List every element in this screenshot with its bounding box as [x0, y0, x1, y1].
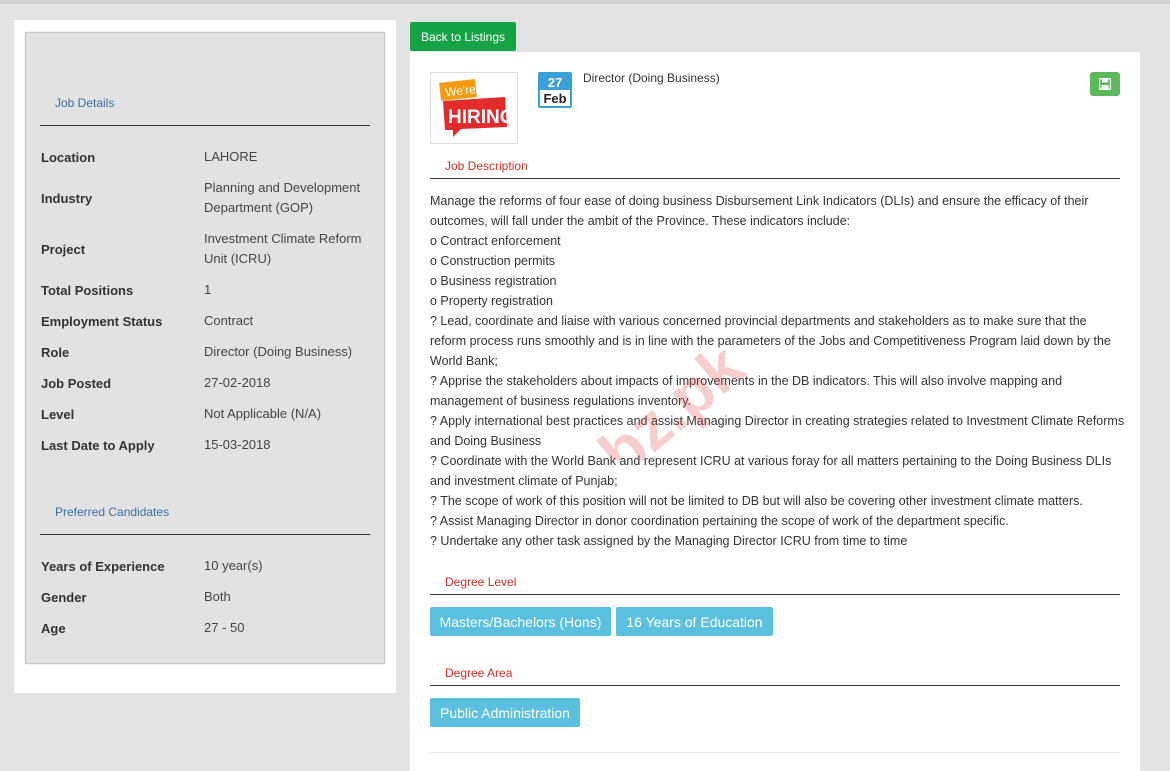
detail-value: 27-02-2018 [204, 375, 271, 390]
detail-label: Total Positions [41, 282, 134, 298]
detail-label: Years of Experience [41, 558, 165, 574]
detail-value: LAHORE [204, 149, 258, 164]
job-title: Director (Doing Business) [583, 71, 720, 85]
job-main-card: We're HIRING 27 Feb Director (Doing Busi… [410, 52, 1140, 771]
job-details-heading: Job Details [55, 96, 115, 110]
hiring-logo-icon: We're HIRING [439, 79, 515, 137]
back-to-listings-button[interactable]: Back to Listings [410, 22, 516, 51]
description-line: ? The scope of work of this position wil… [430, 494, 1083, 508]
detail-label: Employment Status [41, 313, 163, 329]
description-line: ? Assist Managing Director in donor coor… [430, 514, 1009, 528]
detail-row-experience: Years of Experience 10 year(s) [41, 556, 371, 576]
detail-row-last-date: Last Date to Apply 15-03-2018 [41, 435, 371, 455]
company-logo: We're HIRING [430, 72, 518, 144]
detail-value: Investment Climate Reform Unit (ICRU) [204, 231, 362, 266]
preferred-candidates-heading: Preferred Candidates [55, 505, 170, 519]
detail-row-level: Level Not Applicable (N/A) [41, 404, 371, 424]
section-divider [430, 685, 1120, 686]
detail-value: Planning and Development Department (GOP… [204, 180, 361, 215]
detail-row-total-positions: Total Positions 1 [41, 280, 371, 300]
detail-row-age: Age 27 - 50 [41, 618, 371, 638]
bottom-divider [430, 752, 1120, 753]
posted-date-badge: 27 Feb [538, 72, 572, 108]
detail-value: Contract [204, 313, 254, 328]
left-panel: Job Details Location LAHORE Industry Pla… [14, 20, 396, 693]
logo-line2: HIRING [448, 107, 515, 128]
job-details-card: Job Details Location LAHORE Industry Pla… [25, 32, 385, 664]
description-line: ? Undertake any other task assigned by t… [430, 534, 908, 548]
degree-level-tag[interactable]: Masters/Bachelors (Hons) [430, 607, 611, 636]
floppy-disk-icon [1099, 78, 1111, 90]
description-line: ? Apply international best practices and… [430, 414, 1125, 448]
detail-row-industry: Industry Planning and Development Depart… [41, 178, 371, 218]
section-divider [430, 178, 1120, 179]
detail-row-gender: Gender Both [41, 587, 371, 607]
degree-level-tag[interactable]: 16 Years of Education [616, 607, 773, 636]
detail-value: 27 - 50 [204, 620, 245, 635]
description-line: o Construction permits [430, 254, 556, 268]
detail-value: Both [204, 589, 231, 604]
top-strip [0, 0, 1170, 4]
detail-label: Job Posted [41, 375, 112, 391]
detail-row-employment-status: Employment Status Contract [41, 311, 371, 331]
degree-area-heading: Degree Area [445, 666, 513, 680]
detail-row-location: Location LAHORE [41, 147, 371, 167]
description-line: o Contract enforcement [430, 234, 561, 248]
detail-value: 15-03-2018 [204, 437, 271, 452]
description-line: ? Lead, coordinate and liaise with vario… [430, 314, 1111, 368]
detail-label: Project [41, 241, 86, 257]
detail-row-project: Project Investment Climate Reform Unit (… [41, 229, 371, 269]
detail-value: 1 [204, 282, 212, 297]
detail-value: Director (Doing Business) [204, 344, 353, 359]
description-line: ? Coordinate with the World Bank and rep… [430, 454, 1112, 488]
section-divider [40, 125, 370, 126]
job-description-text: Manage the reforms of four ease of doing… [430, 191, 1125, 551]
description-line: Manage the reforms of four ease of doing… [430, 194, 1089, 228]
detail-row-job-posted: Job Posted 27-02-2018 [41, 373, 371, 393]
section-divider [40, 534, 370, 535]
save-job-button[interactable] [1090, 72, 1120, 96]
detail-label: Age [41, 620, 66, 636]
degree-area-tag[interactable]: Public Administration [430, 698, 580, 727]
detail-label: Level [41, 406, 75, 422]
date-month: Feb [543, 90, 567, 106]
description-line: o Business registration [430, 274, 557, 288]
detail-row-role: Role Director (Doing Business) [41, 342, 371, 362]
section-divider [430, 594, 1120, 595]
detail-label: Location [41, 149, 96, 165]
degree-level-heading: Degree Level [445, 575, 517, 589]
detail-label: Gender [41, 589, 87, 605]
detail-value: Not Applicable (N/A) [204, 406, 322, 421]
job-description-heading: Job Description [445, 159, 528, 173]
detail-value: 10 year(s) [204, 558, 263, 573]
detail-label: Industry [41, 190, 93, 206]
detail-label: Last Date to Apply [41, 437, 155, 453]
description-line: ? Apprise the stakeholders about impacts… [430, 374, 1063, 408]
description-line: o Property registration [430, 294, 553, 308]
date-day: 27 [540, 74, 570, 90]
detail-label: Role [41, 344, 70, 360]
